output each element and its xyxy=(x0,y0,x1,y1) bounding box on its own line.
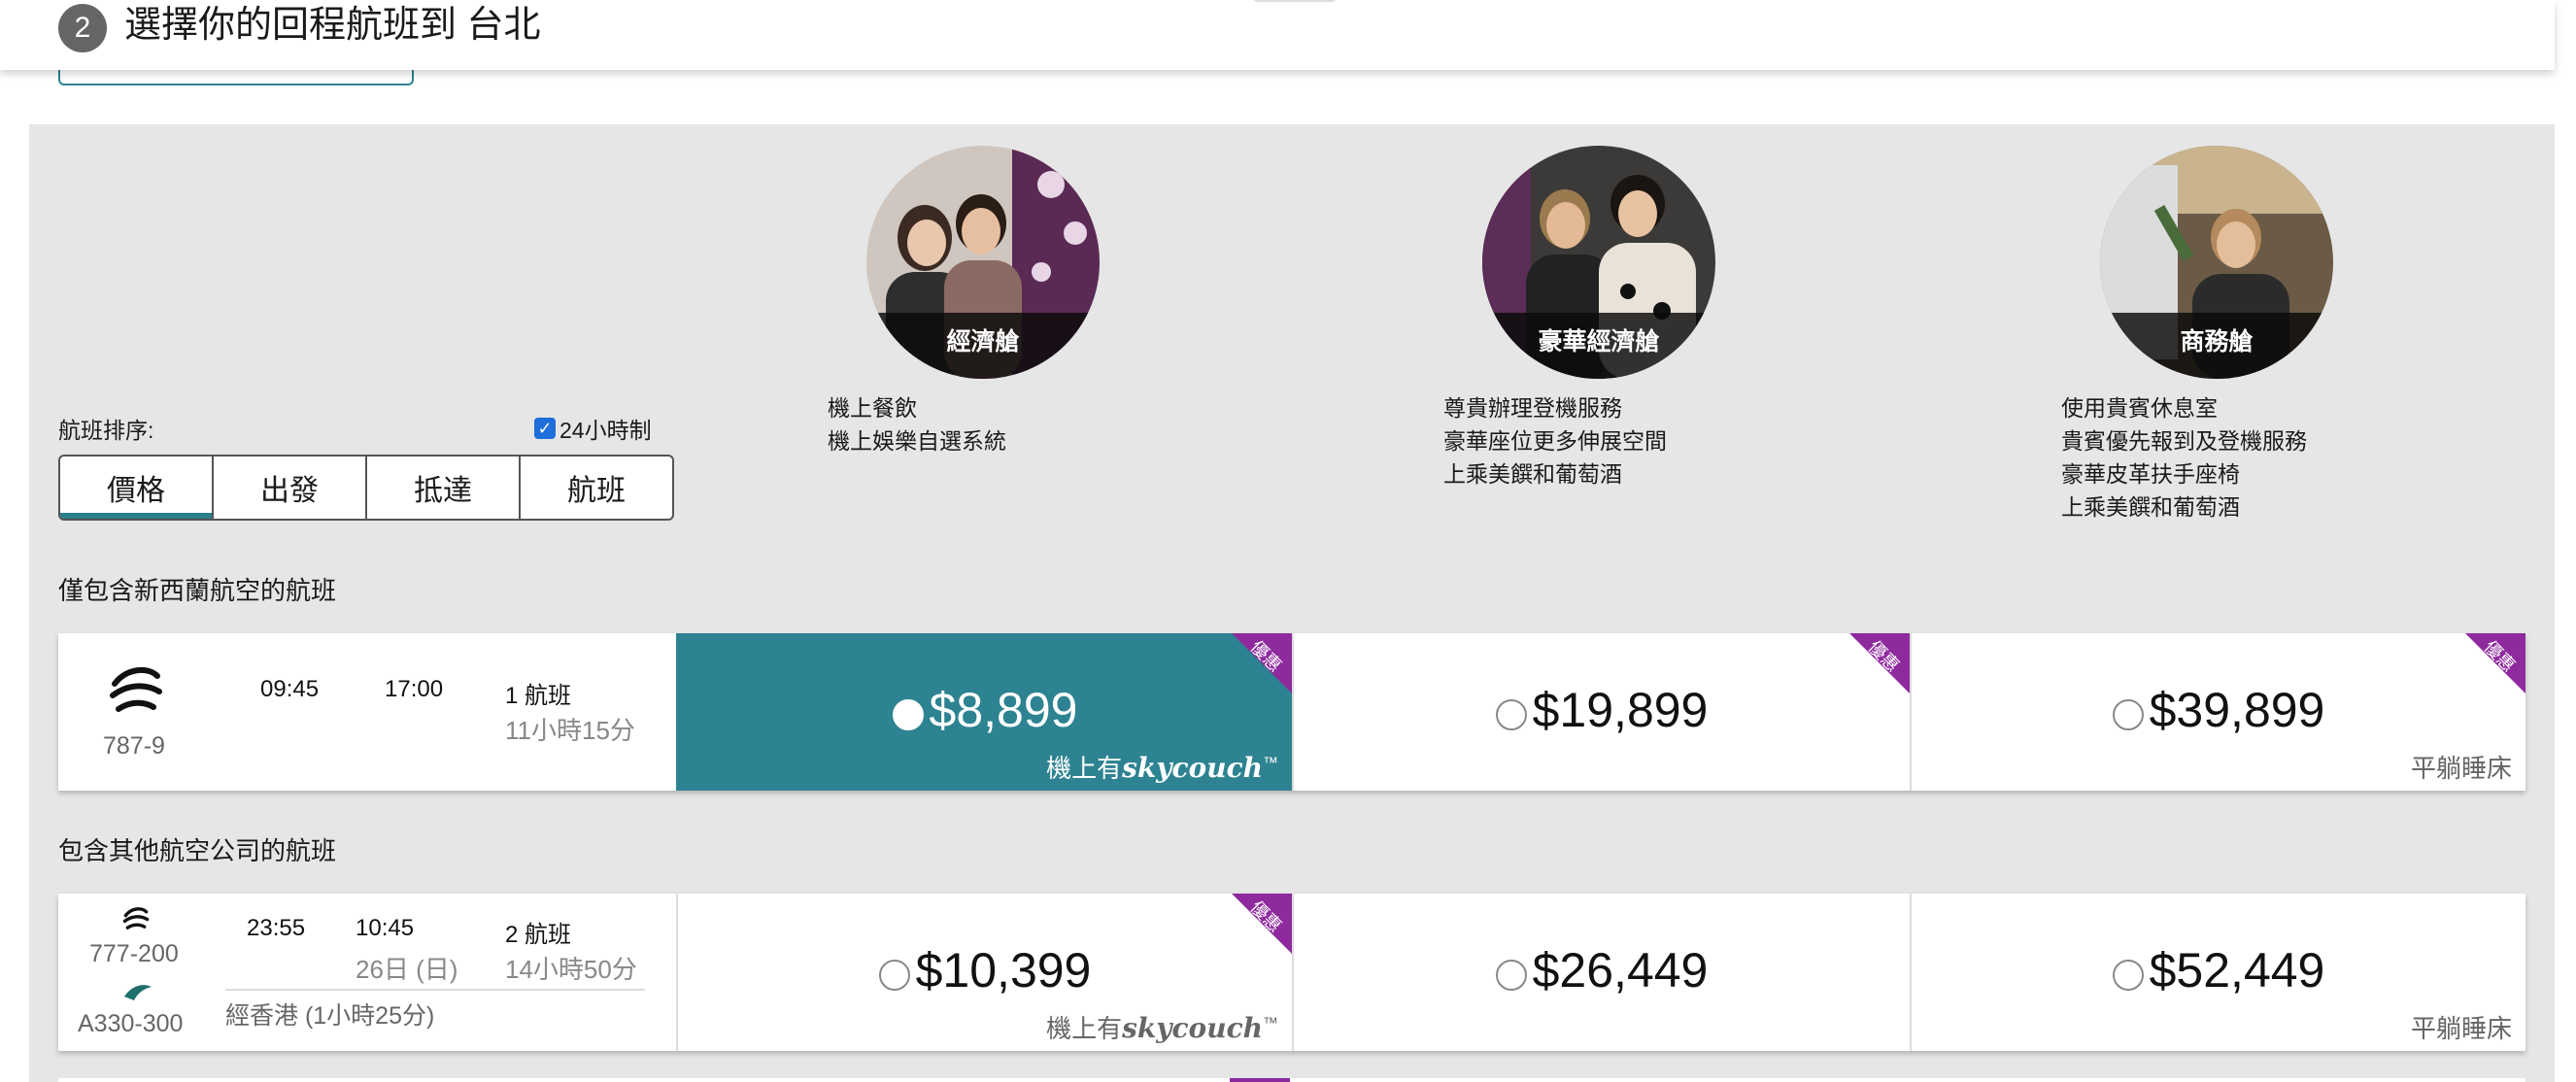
fare-radio[interactable] xyxy=(2112,699,2144,730)
fare-premium-economy[interactable]: $19,899 優惠 xyxy=(1292,633,1910,791)
cabin-economy-label: 經濟艙 xyxy=(946,328,1020,355)
flight-duration: 11小時15分 xyxy=(505,716,635,745)
feature-item: 貴賓優先報到及登機服務 xyxy=(2061,428,2307,454)
feature-item: 豪華座位更多伸展空間 xyxy=(1443,428,1667,454)
fare-radio-selected[interactable] xyxy=(892,699,924,730)
skycouch-logo: skycouch xyxy=(1122,1012,1263,1044)
feature-item: 豪華皮革扶手座椅 xyxy=(2061,461,2240,487)
economy-features: 機上餐飲 機上娛樂自選系統 xyxy=(828,391,1006,457)
fare-price: $52,449 xyxy=(2149,943,2325,997)
sort-label: 航班排序: xyxy=(58,418,154,443)
header-handle xyxy=(1251,0,1339,2)
aircraft-type-second: A330-300 xyxy=(78,1010,184,1037)
feature-item: 機上餐飲 xyxy=(828,395,917,421)
arrival-time: 10:45 xyxy=(356,915,415,941)
departure-time: 23:55 xyxy=(247,915,306,941)
skycouch-note: 機上有skycouch™ xyxy=(1046,1012,1278,1044)
fare-business[interactable]: $39,899 平躺睡床 優惠 xyxy=(1910,633,2525,791)
feature-item: 尊貴辦理登機服務 xyxy=(1443,395,1622,421)
fare-radio[interactable] xyxy=(1495,960,1527,991)
fare-price: $10,399 xyxy=(915,943,1092,997)
fare-premium-economy[interactable]: $26,449 xyxy=(1292,894,1910,1051)
departure-time: 09:45 xyxy=(260,676,320,702)
divider xyxy=(225,989,645,991)
sort-tab-departure[interactable]: 出發 xyxy=(214,456,367,519)
lie-flat-bed-note: 平躺睡床 xyxy=(2410,1014,2512,1043)
fare-radio[interactable] xyxy=(878,960,910,991)
cabin-premium-economy-label: 豪華經濟艙 xyxy=(1538,328,1660,355)
cabin-economy-image: 經濟艙 xyxy=(866,146,1100,379)
fare-economy[interactable]: $10,399 機上有skycouch™ 優惠 xyxy=(676,894,1292,1051)
deal-ribbon-peek xyxy=(1230,1078,1290,1082)
fare-radio[interactable] xyxy=(2112,960,2144,991)
arrival-date: 26日 (日) xyxy=(356,955,458,984)
arrival-time: 17:00 xyxy=(385,676,444,702)
flight-row: 777-200 A330-300 23:55 10:45 26日 (日) 2 航… xyxy=(58,894,2525,1051)
flight-duration: 14小時50分 xyxy=(505,955,637,984)
business-features: 使用貴賓休息室 貴賓優先報到及登機服務 豪華皮革扶手座椅 上乘美饌和葡萄酒 xyxy=(2061,391,2307,524)
deal-ribbon: 優惠 xyxy=(1849,633,1910,693)
premium-economy-features: 尊貴辦理登機服務 豪華座位更多伸展空間 上乘美饌和葡萄酒 xyxy=(1443,391,1667,490)
fare-business[interactable]: $52,449 平躺睡床 xyxy=(1910,894,2525,1051)
air-new-zealand-logo-icon xyxy=(110,666,162,712)
aircraft-type: 787-9 xyxy=(103,732,165,760)
cabin-premium-economy-image: 豪華經濟艙 xyxy=(1482,146,1715,379)
next-flight-row-peek xyxy=(58,1078,2525,1082)
cathay-pacific-logo-icon xyxy=(124,985,152,1000)
page-title: 選擇你的回程航班到 台北 xyxy=(124,5,541,46)
fare-price: $39,899 xyxy=(2149,683,2325,737)
sort-tab-arrival[interactable]: 抵達 xyxy=(367,456,521,519)
fare-price: $26,449 xyxy=(1532,943,1709,997)
deal-ribbon: 優惠 xyxy=(2465,633,2525,693)
clock-24h-toggle[interactable]: ✓ 24小時制 xyxy=(534,412,652,445)
sort-tab-flight[interactable]: 航班 xyxy=(521,456,672,519)
sort-tab-price[interactable]: 價格 xyxy=(60,456,214,519)
sort-tabs: 價格 出發 抵達 航班 xyxy=(58,455,674,521)
flight-row: 787-9 09:45 17:00 1 航班 11小時15分 $8,899 機上… xyxy=(58,633,2525,791)
deal-ribbon: 優惠 xyxy=(1232,894,1292,954)
fare-price: $19,899 xyxy=(1532,683,1709,737)
clock-24h-label: 24小時制 xyxy=(559,418,652,443)
flight-count: 1 航班 xyxy=(505,683,572,709)
cabin-business-image: 商務艙 xyxy=(2100,146,2333,379)
page-header: 2 選擇你的回程航班到 台北 xyxy=(0,0,2555,70)
section-other-airlines: 包含其他航空公司的航班 xyxy=(58,836,337,865)
fare-economy[interactable]: $8,899 機上有skycouch™ 優惠 xyxy=(676,633,1292,791)
fare-radio[interactable] xyxy=(1495,699,1527,730)
checkbox-checked-icon[interactable]: ✓ xyxy=(534,418,556,439)
feature-item: 上乘美饌和葡萄酒 xyxy=(2061,494,2240,520)
lie-flat-bed-note: 平躺睡床 xyxy=(2410,754,2512,783)
fare-price: $8,899 xyxy=(929,683,1078,737)
section-nz-only: 僅包含新西蘭航空的航班 xyxy=(58,576,337,605)
deal-ribbon: 優惠 xyxy=(1232,633,1292,693)
flight-info[interactable]: 787-9 09:45 17:00 1 航班 11小時15分 xyxy=(58,633,676,791)
skycouch-logo: skycouch xyxy=(1122,752,1263,784)
flight-info[interactable]: 777-200 A330-300 23:55 10:45 26日 (日) 2 航… xyxy=(58,894,676,1051)
cabin-business-label: 商務艙 xyxy=(2180,328,2254,355)
flight-count: 2 航班 xyxy=(505,922,572,948)
feature-item: 機上娛樂自選系統 xyxy=(828,428,1006,454)
feature-item: 使用貴賓休息室 xyxy=(2061,395,2218,421)
step-number-badge: 2 xyxy=(58,4,107,52)
skycouch-note: 機上有skycouch™ xyxy=(1046,752,1278,784)
aircraft-type: 777-200 xyxy=(89,940,179,967)
layover-info: 經香港 (1小時25分) xyxy=(225,1002,435,1030)
air-new-zealand-logo-icon xyxy=(122,907,150,930)
feature-item: 上乘美饌和葡萄酒 xyxy=(1443,461,1622,487)
